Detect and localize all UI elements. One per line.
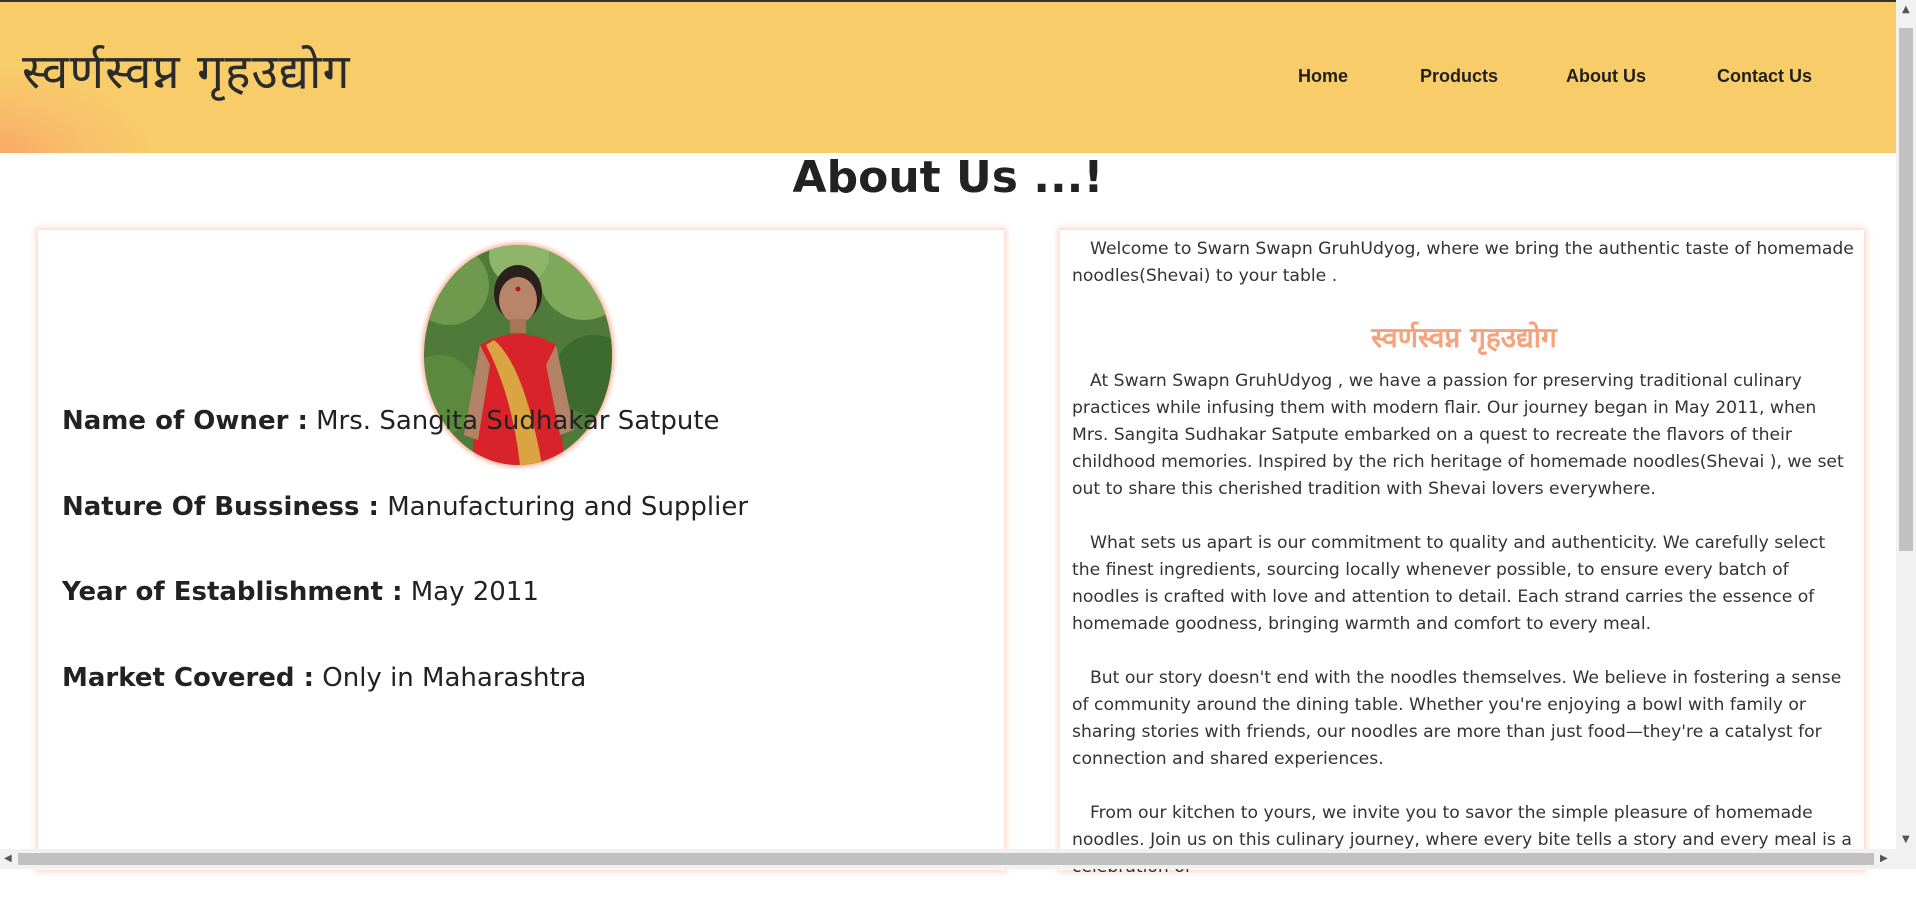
- vertical-scroll-thumb[interactable]: [1899, 28, 1913, 551]
- establishment-year-value: May 2011: [410, 577, 539, 607]
- nav-contact-us[interactable]: Contact Us: [1717, 66, 1812, 87]
- scroll-up-arrow-icon[interactable]: ▲: [1902, 4, 1910, 15]
- owner-card: Name of Owner : Mrs. Sangita Sudhakar Sa…: [38, 230, 1004, 870]
- market-covered-row: Market Covered : Only in Maharashtra: [62, 663, 586, 693]
- horizontal-scroll-thumb[interactable]: [18, 853, 1874, 865]
- scroll-right-arrow-icon[interactable]: ▶: [1880, 853, 1888, 864]
- page-title: About Us ...!: [792, 152, 1104, 203]
- owner-name-row: Name of Owner : Mrs. Sangita Sudhakar Sa…: [62, 406, 720, 436]
- establishment-year-row: Year of Establishment : May 2011: [62, 577, 539, 607]
- market-covered-value: Only in Maharashtra: [322, 663, 587, 693]
- nav-about-us[interactable]: About Us: [1566, 66, 1646, 87]
- business-nature-label: Nature Of Bussiness :: [62, 492, 379, 522]
- market-covered-label: Market Covered :: [62, 663, 314, 693]
- about-card: Welcome to Swarn Swapn GruhUdyog, where …: [1060, 230, 1864, 877]
- about-brand-heading: स्वर्णस्वप्न गृहउद्योग: [1371, 321, 1557, 354]
- scroll-left-arrow-icon[interactable]: ◀: [4, 853, 12, 864]
- owner-name-label: Name of Owner :: [62, 406, 308, 436]
- establishment-year-label: Year of Establishment :: [62, 577, 403, 607]
- site-header: स्वर्णस्वप्न गृहउद्योग Home Products Abo…: [0, 2, 1896, 153]
- about-paragraph: But our story doesn't end with the noodl…: [1072, 668, 1842, 769]
- business-nature-row: Nature Of Bussiness : Manufacturing and …: [62, 492, 748, 522]
- nav-products[interactable]: Products: [1420, 66, 1498, 87]
- nav-home[interactable]: Home: [1298, 66, 1348, 87]
- about-intro: Welcome to Swarn Swapn GruhUdyog, where …: [1072, 239, 1854, 286]
- business-nature-value: Manufacturing and Supplier: [387, 492, 749, 522]
- brand-logo-text[interactable]: स्वर्णस्वप्न गृहउद्योग: [22, 38, 351, 103]
- scroll-down-arrow-icon[interactable]: ▼: [1902, 834, 1910, 845]
- about-paragraph: At Swarn Swapn GruhUdyog , we have a pas…: [1072, 371, 1844, 499]
- about-paragraph: What sets us apart is our commitment to …: [1072, 533, 1826, 634]
- about-text: Welcome to Swarn Swapn GruhUdyog, where …: [1072, 236, 1856, 908]
- owner-name-value: Mrs. Sangita Sudhakar Satpute: [316, 406, 720, 436]
